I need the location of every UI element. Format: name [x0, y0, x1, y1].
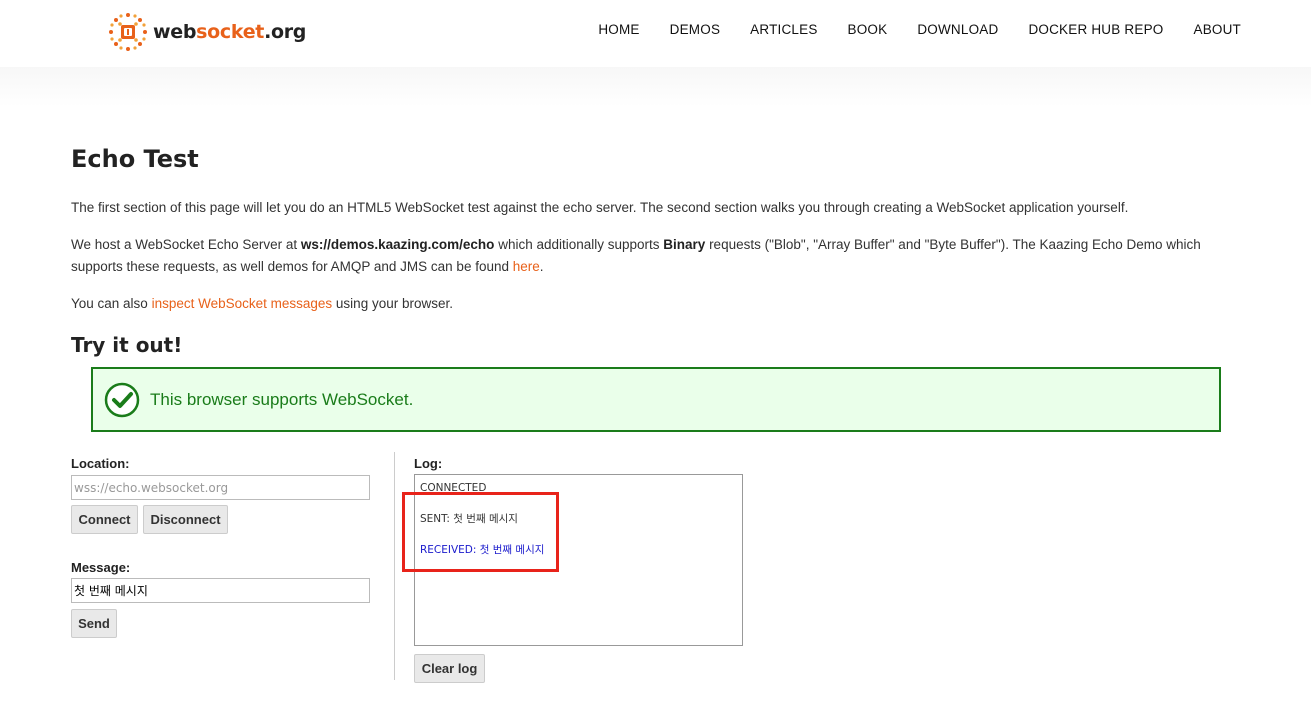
column-divider [394, 452, 395, 680]
send-button[interactable]: Send [71, 609, 117, 638]
main-nav: HOME DEMOS ARTICLES BOOK DOWNLOAD DOCKER… [568, 22, 1241, 37]
nav-demos[interactable]: DEMOS [670, 22, 721, 37]
nav-book[interactable]: BOOK [848, 22, 888, 37]
nav-home[interactable]: HOME [598, 22, 639, 37]
try-it-out-heading: Try it out! [71, 333, 183, 357]
location-input[interactable] [71, 475, 370, 500]
message-label: Message: [71, 560, 131, 575]
clear-log-button[interactable]: Clear log [414, 654, 485, 683]
site-logo[interactable]: websocket.org [108, 12, 306, 52]
host-paragraph: We host a WebSocket Echo Server at ws://… [71, 237, 1201, 274]
log-label: Log: [414, 456, 443, 471]
page-title: Echo Test [71, 145, 199, 173]
support-message: This browser supports WebSocket. [150, 389, 414, 409]
websocket-logo-icon [109, 13, 147, 51]
here-link[interactable]: here [513, 259, 540, 274]
check-circle-icon [104, 382, 140, 417]
connect-button[interactable]: Connect [71, 505, 138, 534]
location-label: Location: [71, 456, 130, 471]
disconnect-button[interactable]: Disconnect [143, 505, 228, 534]
inspect-messages-link[interactable]: inspect WebSocket messages [152, 296, 333, 311]
site-header: websocket.org HOME DEMOS ARTICLES BOOK D… [0, 0, 1311, 67]
echo-server-url: ws://demos.kaazing.com/echo [300, 237, 495, 252]
highlight-annotation-box [402, 492, 559, 572]
nav-about[interactable]: ABOUT [1193, 22, 1241, 37]
nav-download[interactable]: DOWNLOAD [917, 22, 998, 37]
header-shadow [0, 67, 1311, 107]
inspect-paragraph: You can also inspect WebSocket messages … [71, 296, 453, 311]
main-content: Echo Test The first section of this page… [71, 145, 1241, 357]
nav-docker-hub-repo[interactable]: DOCKER HUB REPO [1028, 22, 1163, 37]
intro-paragraph: The first section of this page will let … [71, 200, 1129, 215]
websocket-support-banner: This browser supports WebSocket. [91, 367, 1221, 432]
binary-label: Binary [663, 237, 706, 252]
message-input[interactable] [71, 578, 370, 603]
logo-text: websocket.org [153, 21, 307, 43]
nav-articles[interactable]: ARTICLES [750, 22, 817, 37]
